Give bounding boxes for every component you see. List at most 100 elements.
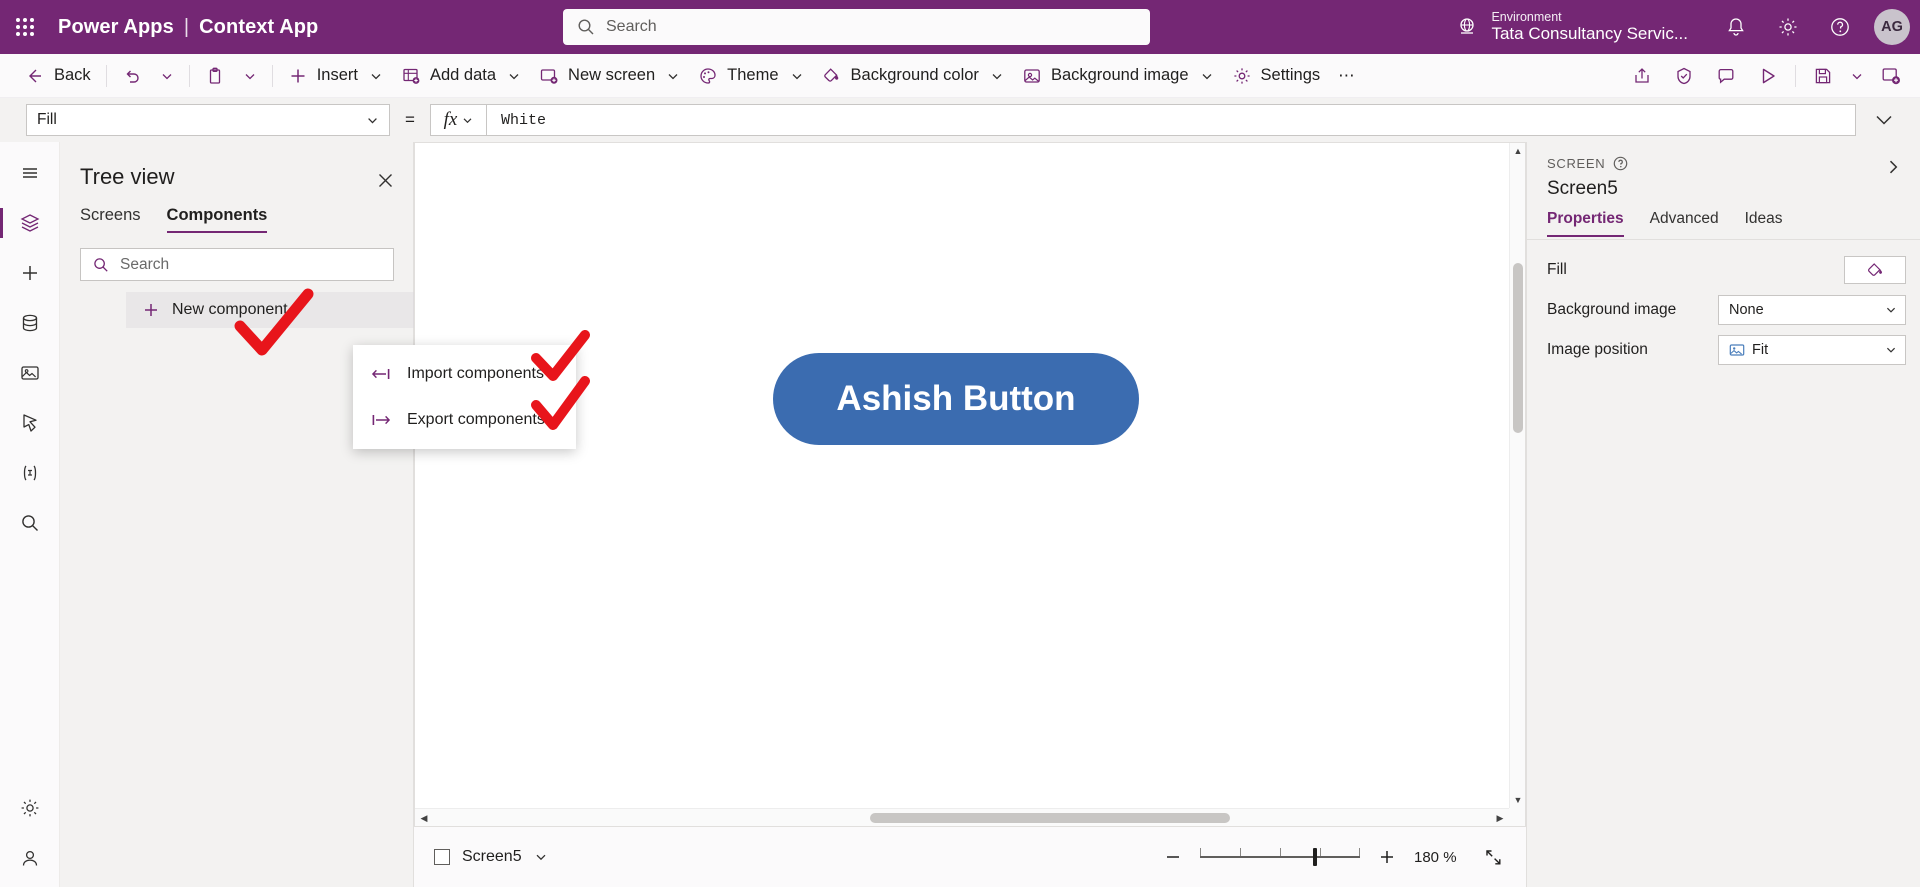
power-automate-icon xyxy=(22,414,37,432)
environment-selector[interactable]: Environment Tata Consultancy Servic... xyxy=(1455,6,1688,48)
waffle-icon[interactable] xyxy=(0,0,50,54)
avatar[interactable]: AG xyxy=(1874,9,1910,45)
sidebar-item-insert[interactable] xyxy=(0,248,60,298)
app-screen[interactable]: Ashish Button xyxy=(415,143,1509,808)
ashish-button[interactable]: Ashish Button xyxy=(773,353,1139,445)
sidebar-item-tree-view[interactable] xyxy=(0,198,60,248)
share-icon[interactable] xyxy=(1621,58,1663,94)
image-position-select[interactable]: Fit xyxy=(1718,335,1906,365)
search-icon xyxy=(21,515,38,531)
background-image-button[interactable]: Background image xyxy=(1013,58,1223,94)
fill-color-button[interactable] xyxy=(1844,256,1906,284)
gear-icon[interactable] xyxy=(1764,3,1812,51)
save-icon[interactable] xyxy=(1802,58,1844,94)
canvas-horizontal-scrollbar[interactable]: ◀ ▶ xyxy=(415,808,1509,826)
comment-icon[interactable] xyxy=(1705,58,1747,94)
menu-item-export-components[interactable]: Export components xyxy=(353,397,576,443)
slider-knob[interactable] xyxy=(1313,848,1317,866)
tree-search-placeholder: Search xyxy=(120,255,170,273)
zoom-in-button[interactable] xyxy=(1374,844,1400,870)
account-icon[interactable] xyxy=(0,833,60,883)
new-screen-label: New screen xyxy=(568,66,656,84)
plus-icon xyxy=(291,69,305,82)
zoom-value: 180 % xyxy=(1414,848,1457,866)
paint-bucket-icon xyxy=(1867,262,1882,276)
settings-button[interactable]: Settings xyxy=(1223,58,1330,94)
image-icon xyxy=(1729,344,1745,356)
paste-button[interactable] xyxy=(196,58,234,94)
search-input[interactable]: Search xyxy=(563,9,1150,45)
caret-right-icon[interactable]: ▶ xyxy=(1491,809,1509,826)
brand[interactable]: Power Apps | Context App xyxy=(58,16,318,39)
formula-expand-button[interactable] xyxy=(1856,104,1912,136)
sidebar-item-variables[interactable] xyxy=(0,448,60,498)
media-icon xyxy=(20,366,39,380)
image-position-value: Fit xyxy=(1752,342,1769,358)
bell-icon[interactable] xyxy=(1712,3,1760,51)
overflow-button[interactable]: ⋯ xyxy=(1329,58,1364,94)
background-color-button[interactable]: Background color xyxy=(813,58,1013,94)
arrow-left-icon xyxy=(29,69,41,82)
formula-input[interactable]: White xyxy=(486,104,1856,136)
screen-selector[interactable]: Screen5 xyxy=(434,848,548,866)
tree-view-panel: Tree view Screens Components Search New … xyxy=(60,142,474,887)
insert-button[interactable]: Insert xyxy=(279,58,392,94)
divider xyxy=(1527,239,1920,240)
zoom-slider[interactable] xyxy=(1200,847,1360,867)
properties-expand-button[interactable] xyxy=(1880,154,1906,180)
search-icon xyxy=(94,257,108,272)
save-dropdown[interactable] xyxy=(1844,58,1870,94)
tab-properties[interactable]: Properties xyxy=(1547,210,1624,237)
caret-left-icon[interactable]: ◀ xyxy=(415,809,433,826)
tab-components[interactable]: Components xyxy=(166,206,267,233)
tab-advanced[interactable]: Advanced xyxy=(1650,210,1719,237)
hamburger-icon[interactable] xyxy=(0,148,60,198)
sidebar-item-data[interactable] xyxy=(0,298,60,348)
theme-button[interactable]: Theme xyxy=(689,58,812,94)
tree-search-input[interactable]: Search xyxy=(80,248,394,281)
settings-gear-icon[interactable] xyxy=(0,783,60,833)
fx-button[interactable]: fx xyxy=(430,104,486,136)
play-icon[interactable] xyxy=(1747,58,1789,94)
power-apps-studio: Power Apps | Context App Search Environm… xyxy=(0,0,1920,887)
horizontal-scroll-thumb[interactable] xyxy=(870,813,1230,823)
minus-icon xyxy=(1167,856,1179,858)
property-selector[interactable]: Fill xyxy=(26,104,390,136)
canvas-vertical-scrollbar[interactable]: ▲ ▼ xyxy=(1509,143,1525,808)
command-bar: Back Insert Add data New screen Theme Ba… xyxy=(0,54,1920,98)
zoom-out-button[interactable] xyxy=(1160,844,1186,870)
back-button[interactable]: Back xyxy=(16,58,100,94)
caret-down-icon[interactable]: ▼ xyxy=(1510,792,1525,808)
tab-screens[interactable]: Screens xyxy=(80,206,141,233)
background-image-label: Background image xyxy=(1050,66,1189,84)
add-data-button[interactable]: Add data xyxy=(392,58,530,94)
image-icon xyxy=(1024,68,1040,83)
close-icon[interactable] xyxy=(371,166,399,194)
help-icon[interactable] xyxy=(1816,3,1864,51)
divider xyxy=(271,64,273,87)
vertical-scroll-thumb[interactable] xyxy=(1513,263,1523,433)
equals-sign: = xyxy=(405,110,415,129)
caret-up-icon[interactable]: ▲ xyxy=(1510,143,1525,159)
chevron-down-icon xyxy=(1876,115,1892,125)
publish-icon[interactable] xyxy=(1870,58,1912,94)
sidebar-item-power-automate[interactable] xyxy=(0,398,60,448)
paste-dropdown[interactable] xyxy=(234,58,266,94)
checker-icon[interactable] xyxy=(1663,58,1705,94)
environment-name: Tata Consultancy Servic... xyxy=(1491,24,1688,44)
chevron-down-icon xyxy=(1886,347,1896,353)
properties-header: SCREEN xyxy=(1547,156,1628,171)
tab-ideas[interactable]: Ideas xyxy=(1745,210,1783,237)
help-circle-icon[interactable] xyxy=(1613,156,1628,171)
background-image-select[interactable]: None xyxy=(1718,295,1906,325)
menu-item-import-components[interactable]: Import components xyxy=(353,351,576,397)
sidebar-item-media[interactable] xyxy=(0,348,60,398)
undo-button[interactable] xyxy=(113,58,151,94)
slider-tick xyxy=(1200,848,1201,856)
sidebar-item-search[interactable] xyxy=(0,498,60,548)
new-screen-button[interactable]: New screen xyxy=(530,58,689,94)
checkbox-icon[interactable] xyxy=(434,849,450,865)
header-icon-group: AG xyxy=(1712,0,1910,54)
fit-screen-button[interactable] xyxy=(1480,844,1506,870)
undo-dropdown[interactable] xyxy=(151,58,183,94)
